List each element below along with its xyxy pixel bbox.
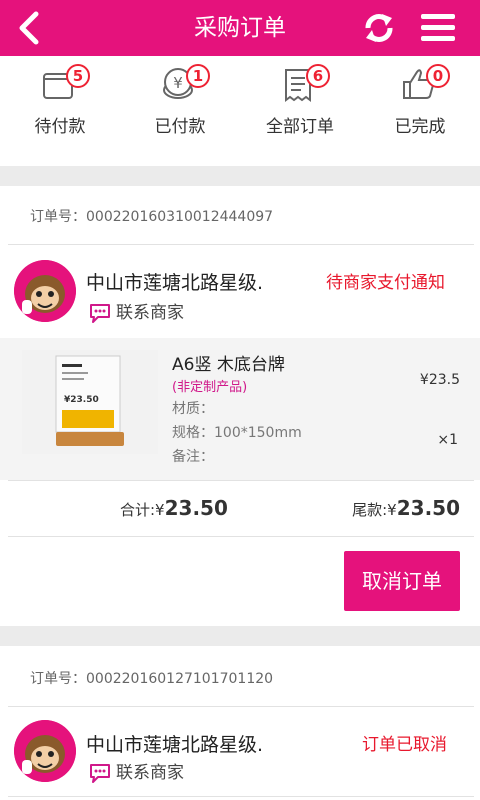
tab-count-badge: 5 xyxy=(66,64,90,88)
tab-label: 已付款 xyxy=(154,117,206,137)
divider xyxy=(8,796,474,797)
contact-seller-link[interactable]: 联系商家 xyxy=(88,298,184,324)
section-divider xyxy=(0,626,480,646)
tab-count-badge: 1 xyxy=(186,64,210,88)
total-label: 合计:¥ xyxy=(120,501,165,519)
product-quantity: ×1 xyxy=(437,432,458,448)
order-status: 订单已取消 xyxy=(362,735,447,755)
divider xyxy=(8,244,474,245)
total-value: 23.50 xyxy=(164,496,228,520)
product-item[interactable]: ¥23.50 A6竖 木底台牌 (非定制产品) 材质： 规格：100*150mm… xyxy=(0,338,480,480)
product-name: A6竖 木底台牌 xyxy=(172,355,285,375)
product-note: 备注： xyxy=(172,449,214,465)
refresh-icon[interactable] xyxy=(360,10,398,46)
thumbnail-price: ¥23.50 xyxy=(64,395,99,405)
section-divider xyxy=(0,166,480,186)
shop-avatar xyxy=(14,260,76,322)
cancel-order-button[interactable]: 取消订单 xyxy=(344,551,460,611)
balance-amount: 尾款:¥23.50 xyxy=(352,496,460,520)
order-status-tabs: 5 待付款 ¥ 1 已付款 6 全部订单 0 已完成 xyxy=(0,56,480,164)
product-thumbnail: ¥23.50 xyxy=(22,350,158,454)
order-totals: 合计:¥23.50 尾款:¥23.50 xyxy=(0,480,480,536)
chat-bubble-icon xyxy=(90,304,110,323)
order-number: 订单号：000220160310012444097 xyxy=(30,209,274,225)
tab-paid[interactable]: ¥ 1 已付款 xyxy=(120,56,240,164)
product-size: 规格：100*150mm xyxy=(172,425,302,441)
contact-label: 联系商家 xyxy=(116,303,184,323)
menu-icon[interactable] xyxy=(418,10,458,46)
product-material: 材质： xyxy=(172,401,214,417)
divider xyxy=(8,706,474,707)
divider xyxy=(8,536,474,537)
tab-pending-payment[interactable]: 5 待付款 xyxy=(0,56,120,164)
page-title: 采购订单 xyxy=(194,15,286,41)
contact-seller-link[interactable]: 联系商家 xyxy=(88,758,184,784)
product-price: ¥23.5 xyxy=(419,372,460,388)
shop-name[interactable]: 中山市莲塘北路星级. xyxy=(86,730,263,757)
balance-label: 尾款:¥ xyxy=(352,501,397,519)
contact-label: 联系商家 xyxy=(116,763,184,783)
tab-label: 待付款 xyxy=(34,117,86,137)
shop-avatar xyxy=(14,720,76,782)
order-status: 待商家支付通知 xyxy=(326,273,445,293)
app-header: 采购订单 xyxy=(0,0,480,56)
svg-text:¥: ¥ xyxy=(173,74,183,92)
tab-all-orders[interactable]: 6 全部订单 xyxy=(240,56,360,164)
order-number: 订单号：000220160127101701120 xyxy=(30,671,274,687)
tab-label: 已完成 xyxy=(394,117,446,137)
chat-bubble-icon xyxy=(90,764,110,783)
balance-value: 23.50 xyxy=(396,496,460,520)
tab-completed[interactable]: 0 已完成 xyxy=(360,56,480,164)
tab-count-badge: 0 xyxy=(426,64,450,88)
product-tag: (非定制产品) xyxy=(172,380,248,395)
total-amount: 合计:¥23.50 xyxy=(120,496,228,520)
tab-count-badge: 6 xyxy=(306,64,330,88)
tab-label: 全部订单 xyxy=(266,117,334,137)
shop-name[interactable]: 中山市莲塘北路星级. xyxy=(86,268,263,295)
